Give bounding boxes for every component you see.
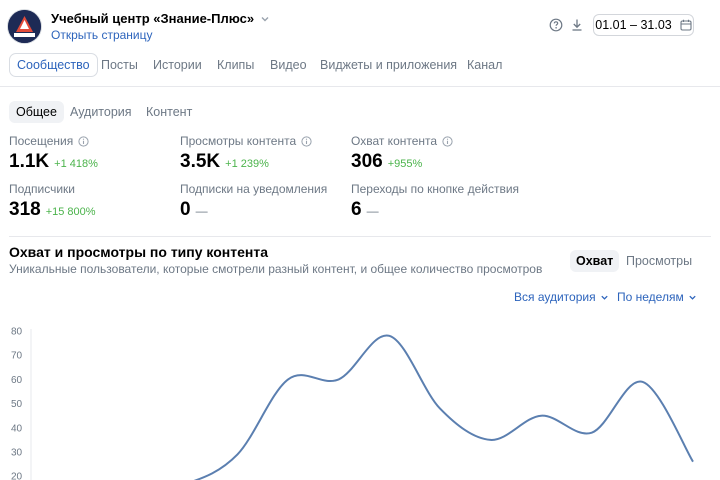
stat-value-number: 306: [351, 151, 383, 172]
community-avatar[interactable]: [8, 10, 41, 43]
tab-posts[interactable]: Посты: [94, 53, 145, 77]
page-header: Учебный центр «Знание-Плюс» Открыть стра…: [0, 0, 720, 52]
y-tick-label: 70: [11, 351, 23, 362]
stat-content-views-label: Просмотры контента: [180, 134, 312, 148]
section-nav: Сообщество Посты Истории Клипы Видео Вид…: [0, 53, 720, 79]
stat-visits-value: 1.1K +1 418%: [9, 151, 98, 173]
tab-stories[interactable]: Истории: [146, 53, 209, 77]
stat-label-text: Подписчики: [9, 182, 76, 196]
download-icon[interactable]: [570, 18, 584, 32]
y-tick-label: 40: [11, 423, 23, 434]
tab-clips[interactable]: Клипы: [210, 53, 261, 77]
community-logo-icon: [8, 10, 41, 43]
date-range-button[interactable]: 01.01 – 31.03: [593, 14, 694, 36]
subtab-general[interactable]: Общее: [9, 101, 64, 123]
stat-subscribers-value: 318 +15 800%: [9, 199, 96, 221]
audience-filter[interactable]: Вся аудитория: [514, 290, 609, 304]
y-tick-label: 60: [11, 375, 23, 386]
tab-channel[interactable]: Канал: [460, 53, 509, 77]
toggle-views[interactable]: Просмотры: [620, 250, 698, 272]
stat-notify-label: Подписки на уведомления: [180, 182, 327, 196]
info-icon[interactable]: [301, 135, 312, 147]
stat-delta: +955%: [387, 158, 423, 170]
chart-subtitle: Уникальные пользователи, которые смотрел…: [9, 262, 543, 276]
stats-subtabs: Общее Аудитория Контент: [0, 101, 720, 123]
chevron-down-icon: [600, 295, 608, 300]
reach-line-chart: 20 30 40 50 60 70 80: [11, 327, 694, 480]
stat-delta: +1 418%: [54, 158, 98, 170]
stat-content-views-value: 3.5K +1 239%: [180, 151, 269, 173]
stat-reach-label: Охват контента: [351, 134, 453, 148]
toggle-reach[interactable]: Охват: [570, 250, 620, 272]
stat-value-number: 1.1K: [9, 151, 50, 172]
period-filter-label: По неделям: [617, 290, 684, 304]
audience-filter-label: Вся аудитория: [514, 290, 596, 304]
stat-label-text: Посещения: [9, 134, 74, 148]
stat-value-number: 0: [180, 199, 191, 220]
y-tick-label: 80: [11, 327, 23, 338]
info-icon[interactable]: [442, 135, 453, 147]
community-title[interactable]: Учебный центр «Знание-Плюс»: [51, 11, 254, 26]
chevron-down-icon: [689, 295, 696, 300]
stat-visits-label: Посещения: [9, 134, 89, 148]
community-title-row[interactable]: Учебный центр «Знание-Плюс»: [51, 11, 270, 26]
reach-series-line[interactable]: [35, 334, 694, 480]
stat-delta: —: [366, 204, 379, 218]
help-icon[interactable]: [549, 18, 563, 32]
calendar-icon: [680, 19, 692, 31]
tab-widgets[interactable]: Виджеты и приложения: [313, 53, 464, 77]
stat-delta: —: [195, 204, 208, 218]
stat-value-number: 6: [351, 199, 362, 220]
info-icon[interactable]: [78, 135, 89, 147]
stat-value-number: 3.5K: [180, 151, 221, 172]
stat-action-clicks-value: 6 —: [351, 199, 379, 221]
y-tick-label: 30: [11, 448, 23, 459]
section-divider: [9, 236, 711, 237]
y-tick-label: 50: [11, 399, 23, 410]
stat-notify-value: 0 —: [180, 199, 208, 221]
open-page-link[interactable]: Открыть страницу: [51, 28, 153, 42]
stat-subscribers-label: Подписчики: [9, 182, 75, 196]
date-range-label: 01.01 – 31.03: [595, 18, 672, 32]
stat-reach-value: 306 +955%: [351, 151, 422, 173]
stat-label-text: Охват контента: [351, 134, 438, 148]
stat-label-text: Переходы по кнопке действия: [351, 182, 520, 196]
stat-action-clicks-label: Переходы по кнопке действия: [351, 182, 519, 196]
chevron-down-icon[interactable]: [260, 14, 270, 24]
stat-delta: +15 800%: [45, 206, 96, 218]
tab-community[interactable]: Сообщество: [9, 53, 98, 77]
stat-label-text: Подписки на уведомления: [180, 182, 328, 196]
subtab-content[interactable]: Контент: [139, 101, 199, 123]
stat-label-text: Просмотры контента: [180, 134, 297, 148]
nav-divider: [0, 86, 720, 87]
subtab-audience[interactable]: Аудитория: [63, 101, 139, 123]
period-filter[interactable]: По неделям: [617, 290, 697, 304]
stat-value-number: 318: [9, 199, 41, 220]
chart-title: Охват и просмотры по типу контента: [9, 244, 268, 260]
y-tick-label: 20: [11, 472, 23, 480]
stat-delta: +1 239%: [225, 158, 269, 170]
tab-video[interactable]: Видео: [263, 53, 314, 77]
